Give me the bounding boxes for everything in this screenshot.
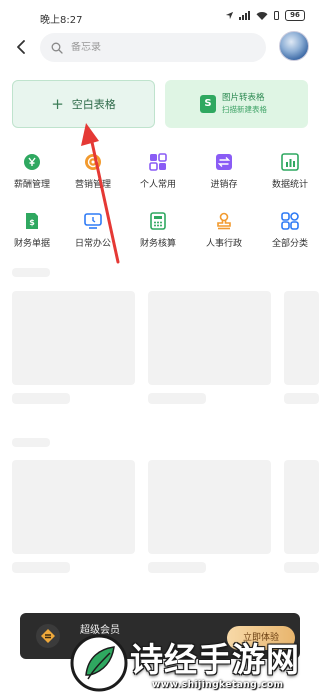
skeleton-card [12,291,135,385]
category-finance-docs[interactable]: $ 财务单据 [4,211,60,249]
plus-icon: + [51,94,64,113]
watermark-url: www.shijingketang.com [152,680,284,690]
location-icon [225,11,234,20]
back-button[interactable] [10,36,32,58]
dollar-doc-icon: $ [22,211,42,231]
search-input[interactable] [71,42,231,53]
stamp-icon [214,211,234,231]
category-label: 日常办公 [74,239,111,249]
category-hr-admin[interactable]: 人事行政 [196,211,252,249]
category-label: 财务核算 [139,239,176,249]
category-inventory[interactable]: 进销存 [196,152,252,190]
category-label: 个人常用 [139,180,176,190]
category-label: 薪酬管理 [13,180,50,190]
target-icon [83,152,103,172]
category-statistics[interactable]: 数据统计 [262,152,318,190]
category-label: 财务单据 [13,239,50,249]
search-bar[interactable] [40,33,266,62]
bar-chart-icon [280,152,300,172]
skeleton-card [12,460,135,554]
yen-coin-icon [22,152,42,172]
four-grid-icon [280,211,300,231]
blank-sheet-label: 空白表格 [71,98,116,111]
sheet-scan-icon: S [200,95,216,113]
site-watermark: 诗经手游网 www.shijingketang.com [68,625,314,699]
skeleton-heading [12,268,50,277]
photo-to-sheet-subtitle: 扫描新建表格 [222,105,267,114]
app-screen: 晚上8:27 96 + 空白表格 S 图片转表格 扫描新建表格 薪酬管理 [0,0,319,699]
skeleton-line [148,562,206,573]
monitor-icon [83,211,103,231]
skeleton-heading [12,438,50,447]
battery-indicator: 96 [285,10,305,21]
status-icons: 96 [225,10,305,21]
category-all[interactable]: 全部分类 [262,211,318,249]
watermark-title: 诗经手游网 [130,640,300,679]
category-label: 人事行政 [205,239,242,249]
category-label: 数据统计 [271,180,308,190]
chevron-left-icon [17,40,25,54]
calculator-icon [148,211,168,231]
photo-to-sheet-text: 图片转表格 扫描新建表格 [222,92,267,115]
status-time: 晚上8:27 [40,15,83,26]
skeleton-line [148,393,206,404]
avatar[interactable] [279,31,309,61]
skeleton-card [284,291,319,385]
svg-text:$: $ [29,218,35,227]
category-accounting[interactable]: 财务核算 [130,211,186,249]
skeleton-card [148,291,271,385]
category-label: 营销管理 [74,180,111,190]
skeleton-line [284,393,319,404]
skeleton-card [284,460,319,554]
category-payroll[interactable]: 薪酬管理 [4,152,60,190]
category-label: 进销存 [210,180,238,190]
photo-to-sheet-title: 图片转表格 [222,93,265,103]
vip-logo-icon [36,624,60,648]
grid-apps-icon [148,152,168,172]
status-bar: 晚上8:27 96 [0,0,319,34]
category-personal[interactable]: 个人常用 [130,152,186,190]
leaf-logo-icon [70,634,128,692]
skeleton-line [12,562,70,573]
blank-sheet-button[interactable]: + 空白表格 [12,80,155,128]
category-marketing[interactable]: 营销管理 [65,152,121,190]
category-label: 全部分类 [271,239,308,249]
wifi-icon [256,12,268,20]
category-office[interactable]: 日常办公 [65,211,121,249]
skeleton-line [284,562,319,573]
vibrate-icon [274,11,279,20]
skeleton-card [148,460,271,554]
photo-to-sheet-button[interactable]: S 图片转表格 扫描新建表格 [165,80,308,128]
swap-arrows-icon [214,152,234,172]
search-icon [51,42,63,54]
skeleton-line [12,393,70,404]
signal-icon [239,11,250,20]
